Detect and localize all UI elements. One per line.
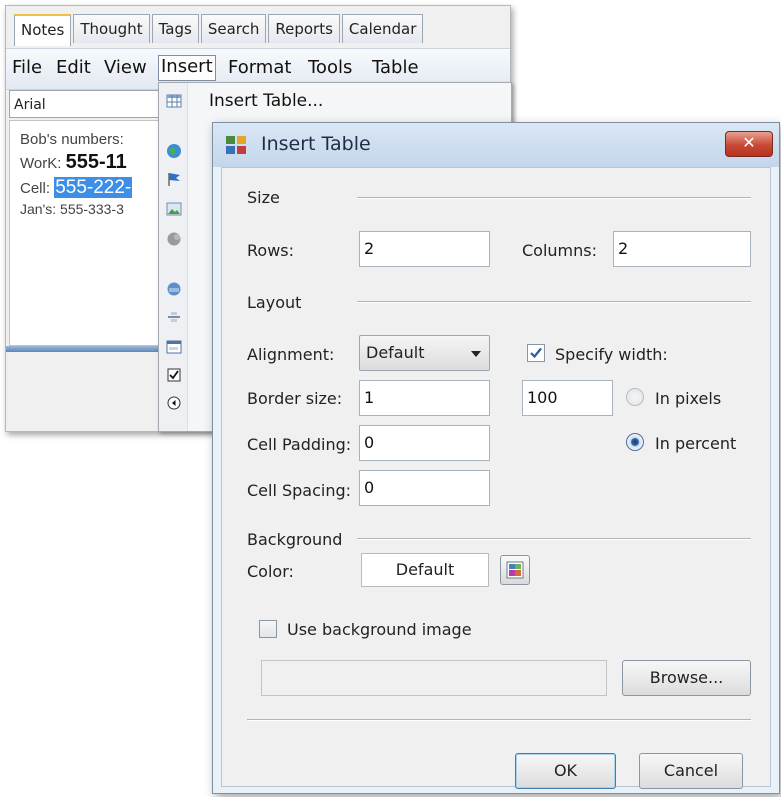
menu-format[interactable]: Format	[228, 57, 291, 79]
picture-icon	[166, 202, 182, 216]
tab-tags[interactable]: Tags	[151, 14, 199, 43]
tab-notes[interactable]: Notes	[14, 14, 72, 46]
menu-tools[interactable]: Tools	[308, 57, 352, 79]
globe-icon	[167, 144, 181, 158]
alignment-label: Alignment:	[247, 345, 335, 364]
in-percent-label: In percent	[655, 434, 737, 453]
note-line-cell: Cell: 555-222-	[20, 177, 133, 199]
note-line-work: WorK: 555-11	[20, 151, 127, 174]
note-label: WorK:	[20, 155, 62, 172]
tab-calendar[interactable]: Calendar	[341, 14, 424, 43]
alignment-value: Default	[366, 343, 425, 362]
layout-section-label: Layout	[247, 293, 302, 312]
tab-thought[interactable]: Thought	[73, 14, 150, 43]
menu-item-insert-table[interactable]: Insert Table...	[159, 87, 511, 115]
cell-padding-label: Cell Padding:	[247, 435, 352, 454]
footer-divider	[247, 719, 751, 721]
insert-table-dialog: Insert Table ✕ Size Rows: 2 Columns: 2 L…	[212, 122, 780, 794]
color-picker-button[interactable]	[500, 555, 530, 585]
dialog-title-bar[interactable]: Insert Table ✕	[213, 123, 779, 167]
font-name-field[interactable]: Arial	[9, 90, 159, 118]
cell-padding-field[interactable]: 0	[359, 425, 490, 461]
shape-icon	[167, 232, 181, 246]
horizontal-rule-icon	[168, 312, 180, 322]
app-icon	[226, 136, 246, 154]
menu-item-label: Insert Table...	[209, 91, 324, 111]
status-strip	[6, 346, 166, 352]
cell-spacing-field[interactable]: 0	[359, 470, 490, 506]
dialog-body: Size Rows: 2 Columns: 2 Layout Alignment…	[221, 167, 771, 789]
width-field[interactable]: 100	[522, 380, 613, 416]
alignment-select[interactable]: Default	[359, 335, 490, 371]
tab-reports[interactable]: Reports	[268, 14, 340, 43]
note-value: 555-11	[65, 151, 127, 173]
form-icon	[166, 340, 182, 354]
specify-width-label: Specify width:	[555, 345, 668, 364]
close-icon: ✕	[742, 133, 756, 152]
browse-button[interactable]: Browse...	[622, 660, 751, 696]
border-size-label: Border size:	[247, 389, 343, 408]
columns-label: Columns:	[522, 241, 597, 260]
tab-search[interactable]: Search	[200, 14, 267, 43]
note-value: 555-333-3	[60, 201, 124, 217]
close-button[interactable]: ✕	[725, 131, 773, 157]
note-label: Bob's numbers:	[20, 131, 124, 148]
cancel-button[interactable]: Cancel	[639, 753, 743, 789]
note-line-bob: Bob's numbers:	[20, 131, 124, 148]
menu-table[interactable]: Table	[372, 57, 419, 79]
background-image-path-field[interactable]	[261, 660, 607, 696]
palette-icon	[506, 561, 524, 579]
rows-label: Rows:	[247, 241, 294, 260]
color-label: Color:	[247, 562, 294, 581]
checkbox-icon	[167, 368, 181, 382]
background-section-label: Background	[247, 530, 343, 549]
specify-width-checkbox[interactable]	[527, 344, 545, 362]
cell-spacing-label: Cell Spacing:	[247, 481, 352, 500]
checkmark-icon	[530, 347, 542, 359]
radio-icon	[167, 396, 181, 410]
color-value-box[interactable]: Default	[361, 553, 489, 587]
border-size-field[interactable]: 1	[359, 380, 490, 416]
chevron-down-icon	[471, 351, 481, 357]
use-background-image-checkbox[interactable]	[259, 620, 277, 638]
size-divider	[357, 197, 751, 199]
link-icon	[167, 282, 181, 296]
note-label: Jan's:	[20, 201, 57, 217]
note-line-jan: Jan's: 555-333-3	[20, 201, 124, 217]
menu-file[interactable]: File	[12, 57, 42, 79]
ok-button[interactable]: OK	[515, 753, 616, 789]
in-percent-radio[interactable]	[626, 433, 644, 451]
rows-field[interactable]: 2	[359, 231, 490, 267]
note-editor[interactable]: Bob's numbers: WorK: 555-11 Cell: 555-22…	[9, 120, 164, 346]
dialog-title: Insert Table	[261, 133, 371, 155]
tab-bar: Notes Thought Tags Search Reports Calend…	[14, 14, 425, 46]
selected-text: 555-222-	[54, 177, 133, 198]
size-section-label: Size	[247, 188, 280, 207]
menu-icon-column	[159, 83, 188, 431]
in-pixels-label: In pixels	[655, 389, 722, 408]
menu-view[interactable]: View	[104, 57, 147, 79]
menu-insert[interactable]: Insert	[158, 55, 216, 81]
flag-icon	[168, 173, 180, 186]
menu-edit[interactable]: Edit	[56, 57, 91, 79]
background-divider	[357, 538, 751, 540]
layout-divider	[357, 301, 751, 303]
use-background-image-label: Use background image	[287, 620, 472, 639]
columns-field[interactable]: 2	[613, 231, 751, 267]
note-label: Cell:	[20, 180, 51, 197]
in-pixels-radio[interactable]	[626, 388, 644, 406]
